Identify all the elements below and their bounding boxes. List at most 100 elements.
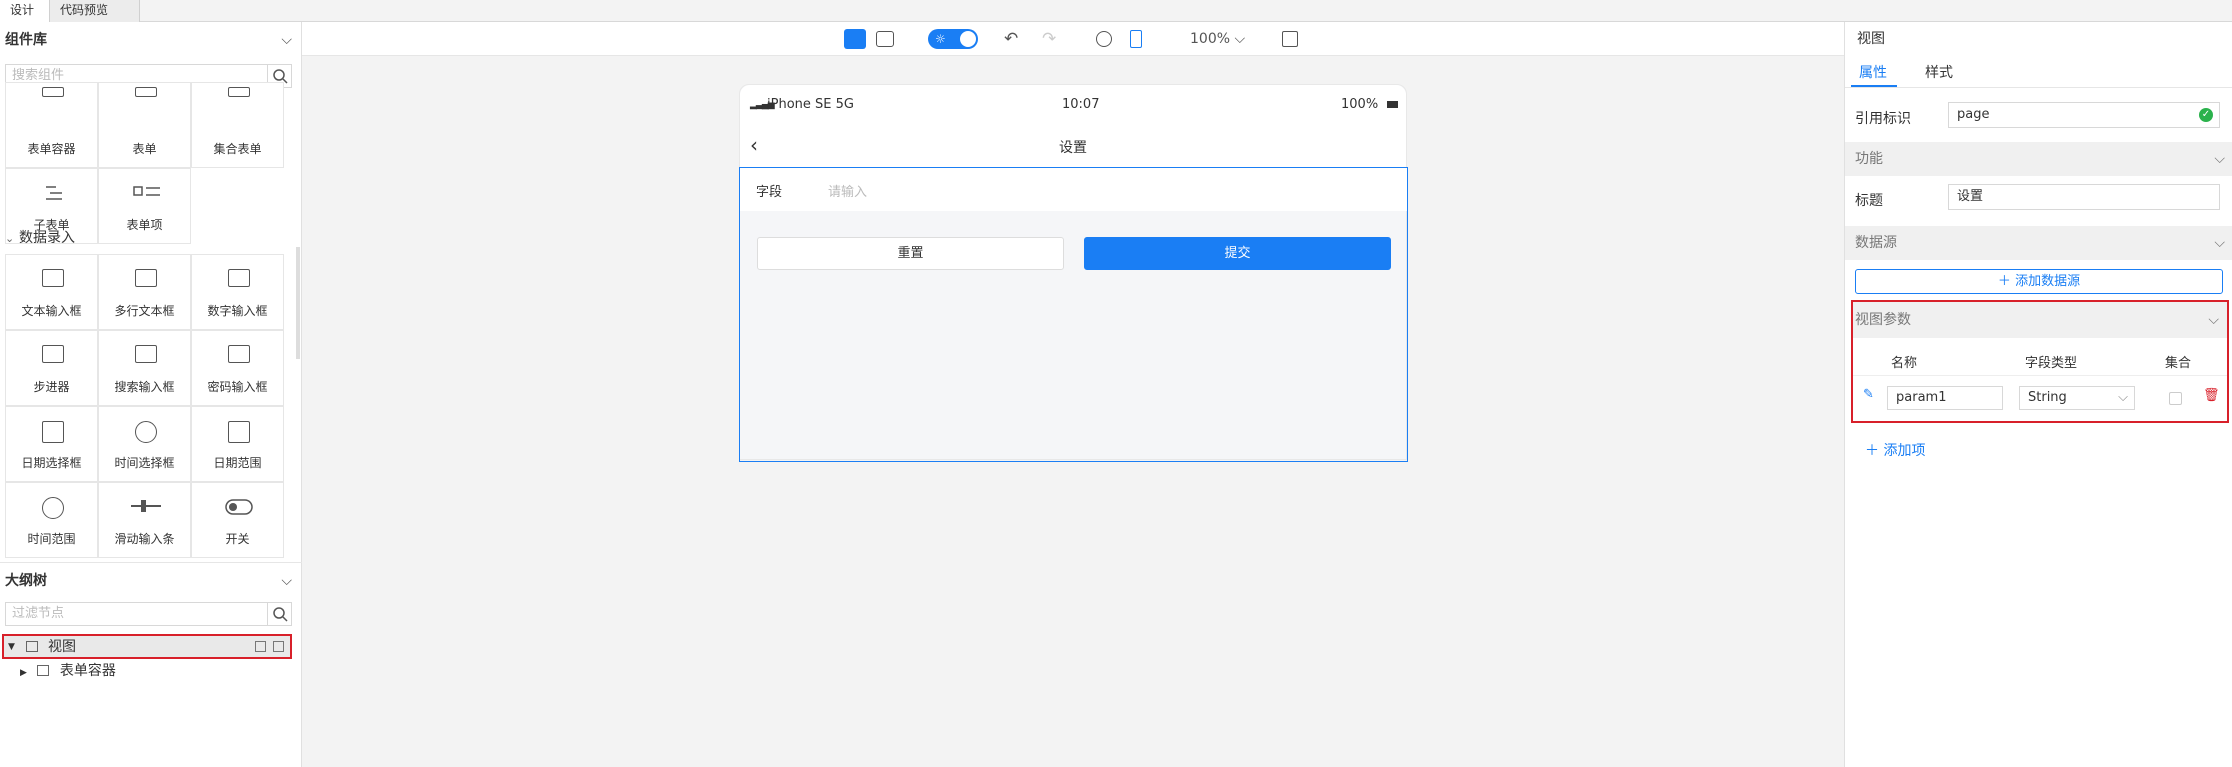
form-item-icon [133,185,161,203]
redo-icon[interactable]: ↷ [1042,29,1056,49]
component-stepper[interactable]: 步进器 [5,330,98,406]
param-name-input[interactable]: param1 [1887,386,2003,410]
chevron-down-icon: ⌵ [2214,235,2225,251]
component-number-input[interactable]: 数字输入框 [191,254,284,330]
battery-level: 100% [1341,97,1379,112]
search-input-icon [135,345,157,363]
calendar-range-icon [228,421,250,443]
component-date-picker[interactable]: 日期选择框 [5,406,98,482]
plus-icon: ＋ [1865,443,1884,459]
function-section[interactable]: 功能 ⌵ [1845,142,2232,176]
component-form-container[interactable]: 表单容器 [5,82,98,168]
params-table-header: 名称 字段类型 集合 [1853,344,2227,376]
copy-icon[interactable] [255,641,266,652]
view-params-header[interactable]: 视图参数 ⌵ [1853,302,2227,338]
component-textarea[interactable]: 多行文本框 [98,254,191,330]
screenshot-icon[interactable] [876,31,894,47]
field-input[interactable]: 请输入 [828,181,867,200]
chevron-down-icon: ⌵ [1230,31,1246,47]
outline-header[interactable]: 大纲树 ⌵ [0,562,302,598]
ref-id-label: 引用标识 [1855,111,1911,127]
chevron-down-icon: ⌵ [2118,390,2128,405]
tree-node-view[interactable]: ▼ 视图 [2,634,292,659]
textarea-icon [135,269,157,287]
chevron-down-icon: ⌵ [2214,151,2225,167]
title-input[interactable]: 设置 [1948,184,2220,210]
tab-design[interactable]: 设计 [0,0,50,22]
submit-button[interactable]: 提交 [1084,237,1391,270]
field-label: 字段 [756,185,783,200]
add-item-link[interactable]: ＋ 添加项 [1865,440,1925,460]
datasource-section[interactable]: 数据源 ⌵ [1845,226,2232,260]
toggle-knob [960,31,976,47]
link-icon[interactable] [1096,31,1112,47]
caret-right-icon[interactable]: ▶ [20,668,27,678]
clock-range-icon [42,497,64,519]
add-datasource-button[interactable]: ＋ 添加数据源 [1855,269,2223,294]
move-tool-icon[interactable] [844,29,866,49]
number-input-icon [228,269,250,287]
tab-properties[interactable]: 属性 [1859,62,1887,82]
view-node-icon [26,641,38,652]
outline-filter-input[interactable]: 过滤节点 [5,602,292,626]
tab-style[interactable]: 样式 [1925,62,1953,82]
component-text-input[interactable]: 文本输入框 [5,254,98,330]
component-time-range[interactable]: 时间范围 [5,482,98,558]
nav-bar: ‹ 设置 [740,125,1406,167]
tab-code-preview[interactable]: 代码预览 [50,0,140,22]
form-container-node-icon [37,665,50,676]
ref-id-row: 引用标识 page ✓ [1845,102,2232,132]
filter-placeholder: 过滤节点 [12,606,65,621]
caret-down-icon[interactable]: ▼ [8,636,15,658]
component-form[interactable]: 表单 [98,82,191,168]
reset-button[interactable]: 重置 [757,237,1064,270]
battery-icon [1387,101,1398,108]
component-switch[interactable]: 开关 [191,482,284,558]
edit-pencil-icon[interactable]: ✎ [1863,387,1874,402]
component-form-item[interactable]: 表单项 [98,168,191,244]
chevron-down-icon: ⌄ [5,232,15,245]
data-entry-grid: 文本输入框 多行文本框 数字输入框 步进器 搜索输入框 密码输入框 日期选择框 … [5,254,285,558]
calendar-icon [42,421,64,443]
switch-icon [225,499,253,519]
text-input-icon [42,269,64,287]
tree-node-form-container[interactable]: ▶ 表单容器 [20,660,116,682]
duplicate-icon[interactable] [273,641,284,652]
title-label: 标题 [1855,193,1883,209]
save-icon[interactable] [1282,31,1298,47]
theme-toggle[interactable]: ☼ [928,29,978,49]
component-collection-form[interactable]: 集合表单 [191,82,284,168]
view-params-section: 视图参数 ⌵ 名称 字段类型 集合 ✎ param1 String ⌵ 🗑 [1851,300,2229,423]
component-search-input[interactable]: 搜索输入框 [98,330,191,406]
component-slider[interactable]: 滑动输入条 [98,482,191,558]
mobile-device-icon[interactable] [1130,30,1142,48]
check-circle-icon: ✓ [2199,108,2213,122]
page-title: 设置 [1059,140,1087,156]
plus-icon: ＋ [1997,274,2016,289]
chevron-down-icon[interactable]: ⌵ [281,22,292,58]
component-date-range[interactable]: 日期范围 [191,406,284,482]
search-icon[interactable] [267,603,291,625]
components-header[interactable]: 组件库 ⌵ [0,22,302,58]
component-password-input[interactable]: 密码输入框 [191,330,284,406]
component-time-picker[interactable]: 时间选择框 [98,406,191,482]
zoom-select[interactable]: 100% ⌵ [1190,29,1245,49]
password-input-icon [228,345,250,363]
undo-icon[interactable]: ↶ [1004,29,1018,49]
data-entry-category[interactable]: ⌄ 数据录入 [5,225,75,251]
canvas-toolbar: ☼ ↶ ↷ 100% ⌵ [302,22,1844,56]
collection-checkbox[interactable] [2169,392,2182,405]
stepper-icon [42,345,64,363]
trash-icon[interactable]: 🗑 [2203,388,2220,403]
form-components-grid: 表单容器 表单 集合表单 子表单 表单项 [5,82,285,244]
components-title: 组件库 [5,32,47,48]
chevron-down-icon[interactable]: ⌵ [281,563,292,599]
scrollbar[interactable] [296,247,300,359]
param-type-select[interactable]: String ⌵ [2019,386,2135,410]
chevron-down-icon: ⌵ [2208,312,2219,328]
phone-preview: ▂▃▄▅ iPhone SE 5G 10:07 100% ‹ 设置 视图 字段 … [739,84,1408,462]
sub-form-icon [44,183,64,207]
tab-active-underline [1851,85,1897,87]
ref-id-input[interactable]: page ✓ [1948,102,2220,128]
selected-view-outline[interactable]: 视图 字段 请输入 重置 提交 [739,167,1408,462]
